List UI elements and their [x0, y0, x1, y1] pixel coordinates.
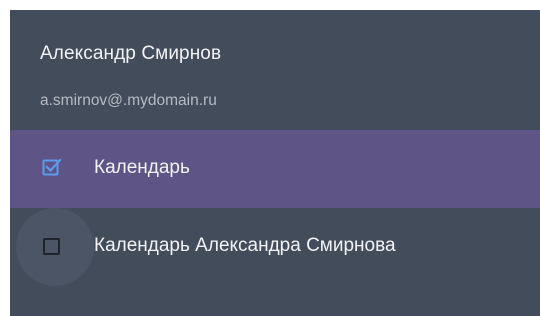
calendar-item-calendar[interactable]: Календарь	[10, 130, 540, 208]
calendar-item-alexander-smirnov[interactable]: Календарь Александра Смирнова	[10, 208, 540, 286]
calendar-item-label: Календарь	[94, 157, 190, 178]
account-name: Александр Смирнов	[40, 43, 222, 64]
checkbox-unchecked-icon[interactable]	[43, 238, 60, 255]
account-email: a.smirnov@.mydomain.ru	[40, 92, 217, 109]
calendar-item-label: Календарь Александра Смирнова	[94, 235, 396, 256]
checkbox-checked-icon[interactable]	[42, 158, 62, 177]
account-header: Александр Смирнов a.smirnov@.mydomain.ru	[10, 10, 540, 130]
calendar-panel: Александр Смирнов a.smirnov@.mydomain.ru…	[10, 10, 540, 316]
